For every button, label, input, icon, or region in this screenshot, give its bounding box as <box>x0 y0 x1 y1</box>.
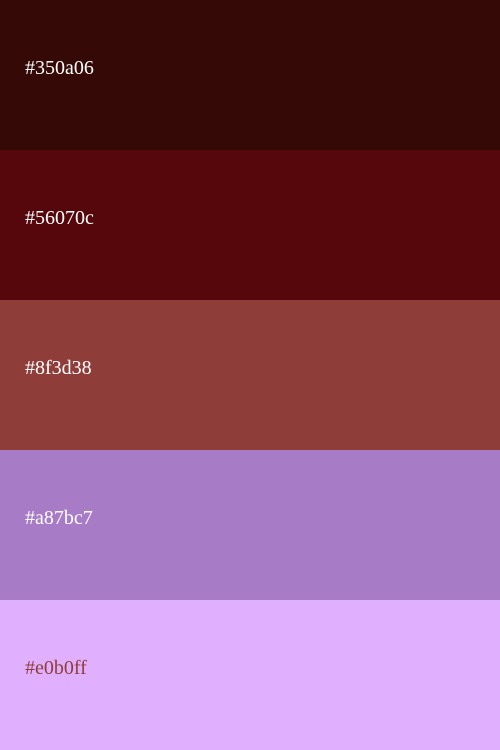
color-swatch: #56070c <box>0 150 500 300</box>
swatch-hex-label: #a87bc7 <box>25 507 93 529</box>
swatch-hex-label: #56070c <box>25 207 94 229</box>
color-palette: #350a06 #56070c #8f3d38 #a87bc7 #e0b0ff <box>0 0 500 750</box>
color-swatch: #a87bc7 <box>0 450 500 600</box>
color-swatch: #350a06 <box>0 0 500 150</box>
color-swatch: #e0b0ff <box>0 600 500 750</box>
swatch-hex-label: #350a06 <box>25 57 94 79</box>
swatch-hex-label: #e0b0ff <box>25 657 87 679</box>
color-swatch: #8f3d38 <box>0 300 500 450</box>
swatch-hex-label: #8f3d38 <box>25 357 92 379</box>
